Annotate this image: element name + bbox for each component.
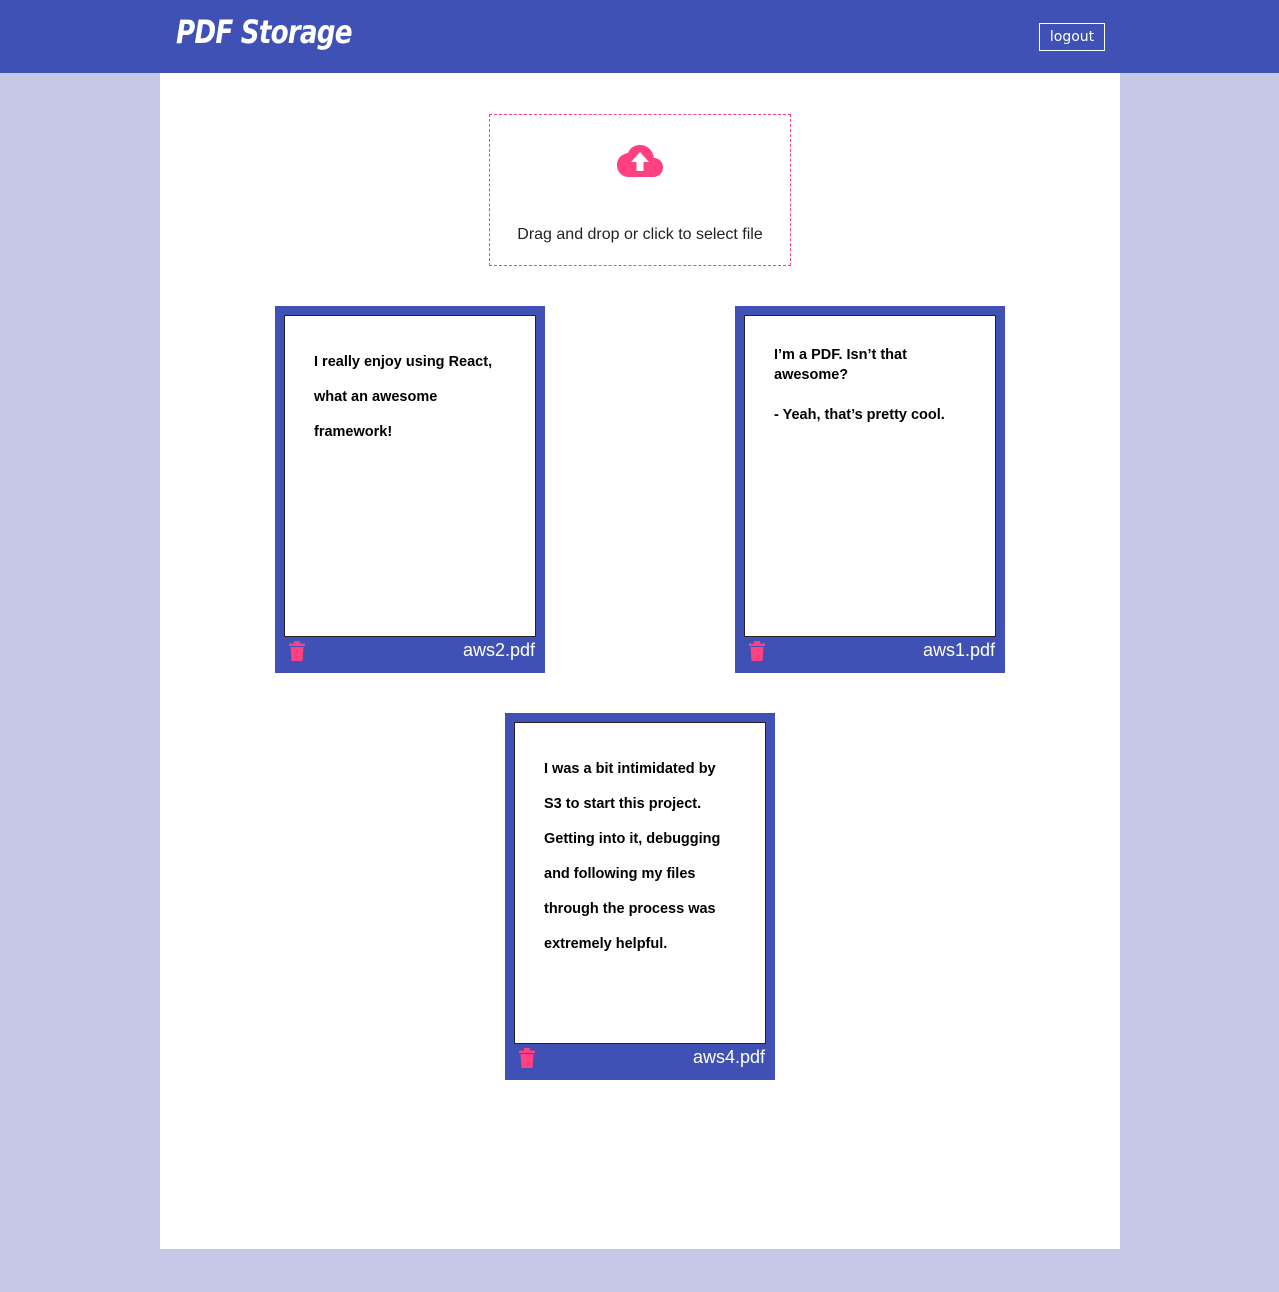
brand-title: PDF Storage [176,13,353,51]
trash-icon[interactable] [289,641,305,661]
pdf-text-line: - Yeah, that’s pretty cool. [774,407,945,423]
dropzone-label: Drag and drop or click to select file [517,226,763,243]
pdf-text-line: and following my files [544,866,696,882]
pdf-card: I’m a PDF. Isn’t that awesome? - Yeah, t… [735,306,1005,673]
file-name: aws4.pdf [692,1047,765,1067]
pdf-text-line: through the process was [544,901,716,917]
pdf-text-line: I really enjoy using React, [314,354,493,370]
main-content: Drag and drop or click to select file I … [160,73,1120,1249]
pdf-text-line: I’m a PDF. Isn’t that [774,347,907,363]
pdf-text-line: extremely helpful. [544,936,668,952]
pdf-preview-text: I was a bit intimidated by S3 to start t… [544,752,744,962]
pdf-preview[interactable]: I was a bit intimidated by S3 to start t… [514,722,766,1044]
pdf-text-line: S3 to start this project. [544,796,702,812]
pdf-preview-text: I’m a PDF. Isn’t that awesome? - Yeah, t… [774,345,974,425]
logout-button[interactable]: logout [1039,23,1105,51]
cloud-upload-icon [617,145,663,177]
pdf-text-line: Getting into it, debugging [544,831,721,847]
pdf-text-line: what an awesome [314,389,438,405]
pdf-card: I really enjoy using React, what an awes… [275,306,545,673]
file-dropzone[interactable]: Drag and drop or click to select file [489,114,791,266]
trash-icon[interactable] [749,641,765,661]
pdf-text-line: framework! [314,424,393,440]
pdf-preview[interactable]: I’m a PDF. Isn’t that awesome? - Yeah, t… [744,315,996,637]
navbar: PDF Storage logout [0,0,1279,73]
file-name: aws2.pdf [462,640,535,660]
trash-icon[interactable] [519,1048,535,1068]
pdf-card: I was a bit intimidated by S3 to start t… [505,713,775,1080]
file-name: aws1.pdf [922,640,995,660]
pdf-text-line: I was a bit intimidated by [544,761,716,777]
pdf-preview[interactable]: I really enjoy using React, what an awes… [284,315,536,637]
pdf-text-line: awesome? [774,367,849,383]
pdf-text-spacer [774,385,974,405]
pdf-preview-text: I really enjoy using React, what an awes… [314,345,514,450]
